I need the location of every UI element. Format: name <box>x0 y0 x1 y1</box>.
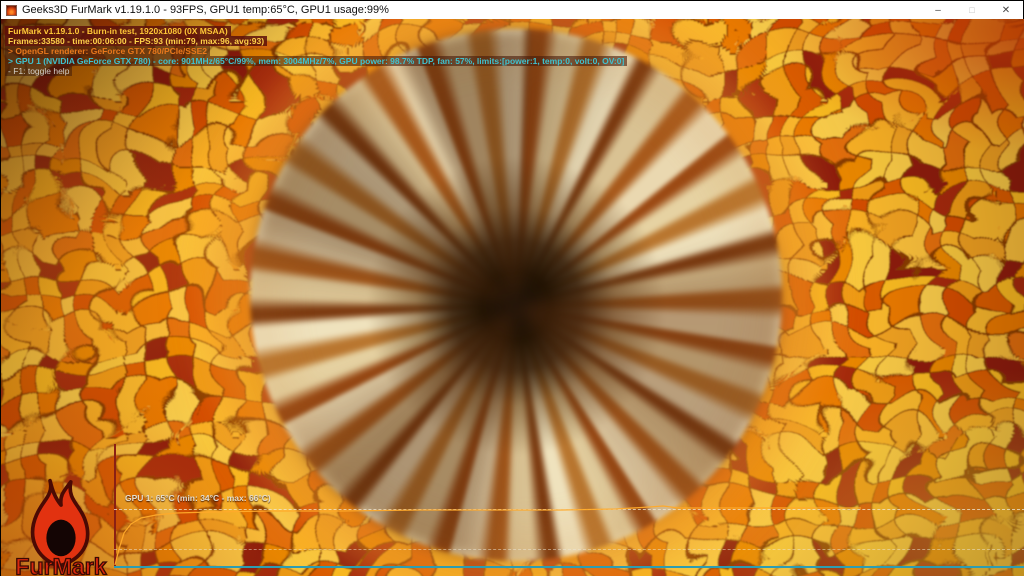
osd-line-gpu: > GPU 1 (NVIDIA GeForce GTX 780) - core:… <box>5 56 628 66</box>
osd-line-version: FurMark v1.19.1.0 - Burn-in test, 1920x1… <box>5 26 231 36</box>
furmark-flame-icon <box>6 4 17 16</box>
osd-stats: FurMark v1.19.1.0 - Burn-in test, 1920x1… <box>5 26 628 76</box>
render-viewport: FurMark v1.19.1.0 - Burn-in test, 1920x1… <box>1 19 1024 576</box>
close-button[interactable]: ✕ <box>989 1 1023 19</box>
minimize-button[interactable]: – <box>921 1 955 19</box>
furmark-window: Geeks3D FurMark v1.19.1.0 - 93FPS, GPU1 … <box>0 0 1024 576</box>
mosaic-background <box>1 19 1024 576</box>
osd-line-frames: Frames:33580 - time:00:06:00 - FPS:93 (m… <box>5 36 268 46</box>
window-title: Geeks3D FurMark v1.19.1.0 - 93FPS, GPU1 … <box>22 4 389 16</box>
window-controls: – □ ✕ <box>921 1 1023 19</box>
osd-line-renderer: > OpenGL renderer: GeForce GTX 780/PCIe/… <box>5 46 210 56</box>
maximize-button[interactable]: □ <box>955 1 989 19</box>
osd-line-help: - F1: toggle help <box>5 66 73 76</box>
titlebar[interactable]: Geeks3D FurMark v1.19.1.0 - 93FPS, GPU1 … <box>1 1 1023 19</box>
